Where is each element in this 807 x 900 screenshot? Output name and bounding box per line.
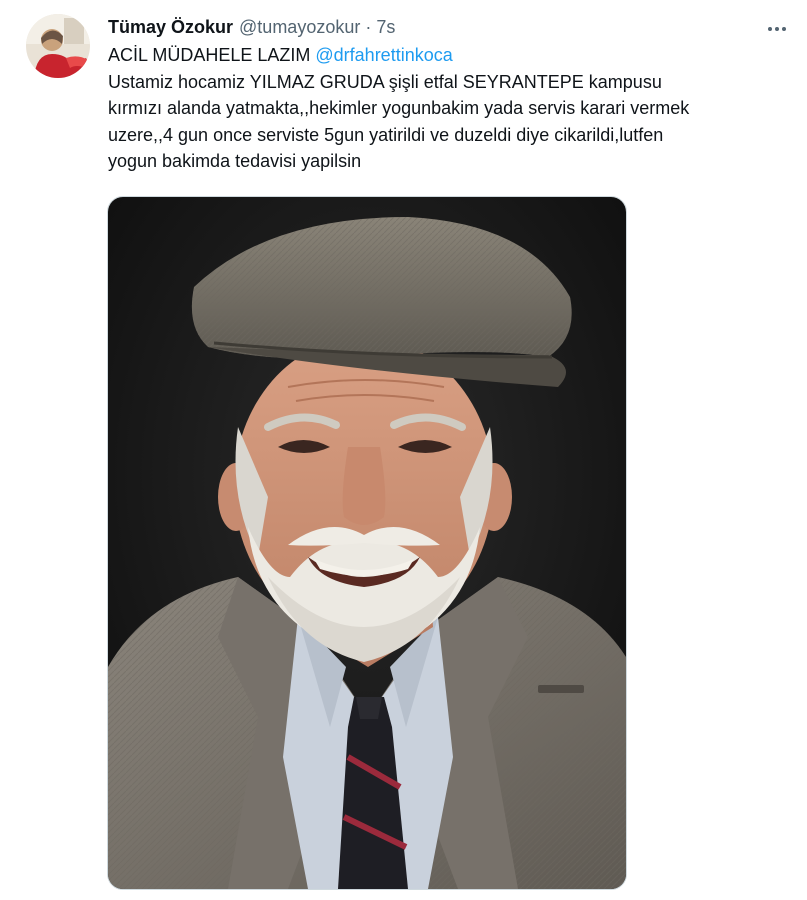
- author-handle[interactable]: @tumayozokur: [239, 14, 360, 40]
- avatar-image: [26, 14, 90, 78]
- mention-link[interactable]: @drfahrettinkoca: [315, 45, 452, 65]
- tweet-text-line-5: yogun bakimda tedavisi yapilsin: [108, 151, 362, 171]
- more-horizontal-icon: [768, 27, 786, 31]
- tweet-timestamp[interactable]: 7s: [376, 14, 395, 40]
- tweet-photo[interactable]: [107, 196, 627, 890]
- header-separator: ·: [365, 17, 372, 37]
- tweet-text-line-3: kırmızı alanda yatmakta,,hekimler yogunb…: [108, 98, 690, 118]
- tweet-text: ACİL MÜDAHELE LAZIM @drfahrettinkoca Ust…: [108, 42, 788, 175]
- portrait-photo-image: [108, 197, 626, 889]
- author-display-name[interactable]: Tümay Özokur: [108, 14, 233, 40]
- tweet-header: Tümay Özokur @tumayozokur · 7s: [108, 14, 395, 40]
- more-options-button[interactable]: [758, 16, 796, 42]
- tweet-text-line-4: uzere,,4 gun once serviste 5gun yatirild…: [108, 124, 664, 145]
- tweet-text-prefix: ACİL MÜDAHELE LAZIM: [108, 45, 316, 65]
- tweet-card[interactable]: Tümay Özokur @tumayozokur · 7s ACİL MÜDA…: [0, 0, 807, 900]
- tweet-text-line-2: Ustamiz hocamiz YILMAZ GRUDA şişli etfal…: [108, 71, 662, 92]
- avatar[interactable]: [26, 14, 90, 78]
- tweet-text-line-1: ACİL MÜDAHELE LAZIM @drfahrettinkoca: [108, 42, 788, 69]
